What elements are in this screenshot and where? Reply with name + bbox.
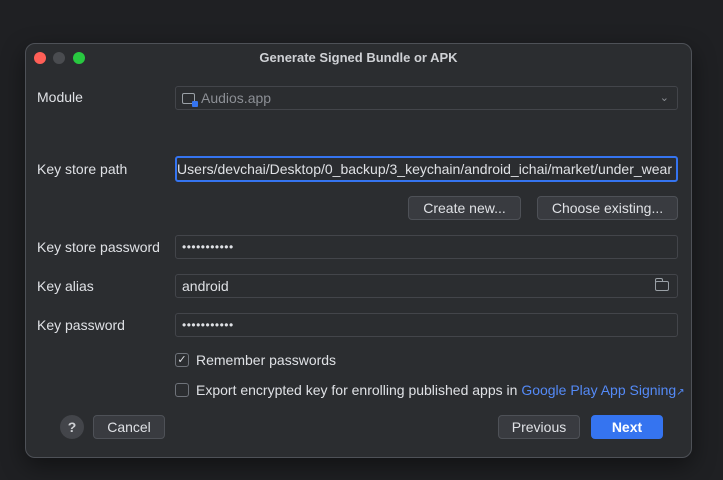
key-alias-label: Key alias [37, 278, 94, 294]
export-encrypted-key-label: Export encrypted key for enrolling publi… [196, 382, 522, 398]
next-button[interactable]: Next [591, 415, 663, 439]
remember-passwords-label: Remember passwords [196, 352, 337, 368]
previous-button[interactable]: Previous [498, 415, 580, 439]
keystore-path-input[interactable]: Users/devchai/Desktop/0_backup/3_keychai… [175, 156, 678, 182]
help-icon[interactable]: ? [60, 415, 84, 439]
export-encrypted-key-checkbox[interactable] [175, 383, 189, 397]
chevron-down-icon: ⌄ [659, 92, 669, 104]
module-value: Audios.app [201, 90, 272, 106]
create-new-button[interactable]: Create new... [408, 196, 521, 220]
key-password-label: Key password [37, 317, 125, 333]
choose-existing-button[interactable]: Choose existing... [537, 196, 678, 220]
remember-passwords-checkbox[interactable]: ✓ [175, 353, 189, 367]
keystore-path-label: Key store path [37, 161, 128, 177]
dialog-title: Generate Signed Bundle or APK [259, 50, 458, 65]
key-password-input[interactable]: ••••••••••• [175, 313, 678, 337]
key-alias-input[interactable]: android [175, 274, 678, 298]
external-link-icon: ↗ [676, 387, 685, 398]
keystore-password-value: ••••••••••• [182, 240, 234, 254]
google-play-app-signing-link[interactable]: Google Play App Signing [521, 382, 676, 398]
module-icon [182, 92, 198, 107]
key-password-value: ••••••••••• [182, 318, 234, 332]
keystore-path-value: Users/devchai/Desktop/0_backup/3_keychai… [177, 161, 672, 177]
signed-bundle-dialog: Generate Signed Bundle or APK Module Aud… [25, 43, 692, 458]
module-select[interactable]: Audios.app ⌄ [175, 86, 678, 110]
folder-icon[interactable] [654, 278, 669, 291]
title-bar: Generate Signed Bundle or APK [26, 44, 691, 72]
key-alias-value: android [182, 278, 229, 294]
export-encrypted-key-row: Export encrypted key for enrolling publi… [196, 382, 685, 398]
cancel-button[interactable]: Cancel [93, 415, 165, 439]
keystore-password-input[interactable]: ••••••••••• [175, 235, 678, 259]
keystore-password-label: Key store password [37, 239, 160, 255]
module-label: Module [37, 89, 83, 105]
